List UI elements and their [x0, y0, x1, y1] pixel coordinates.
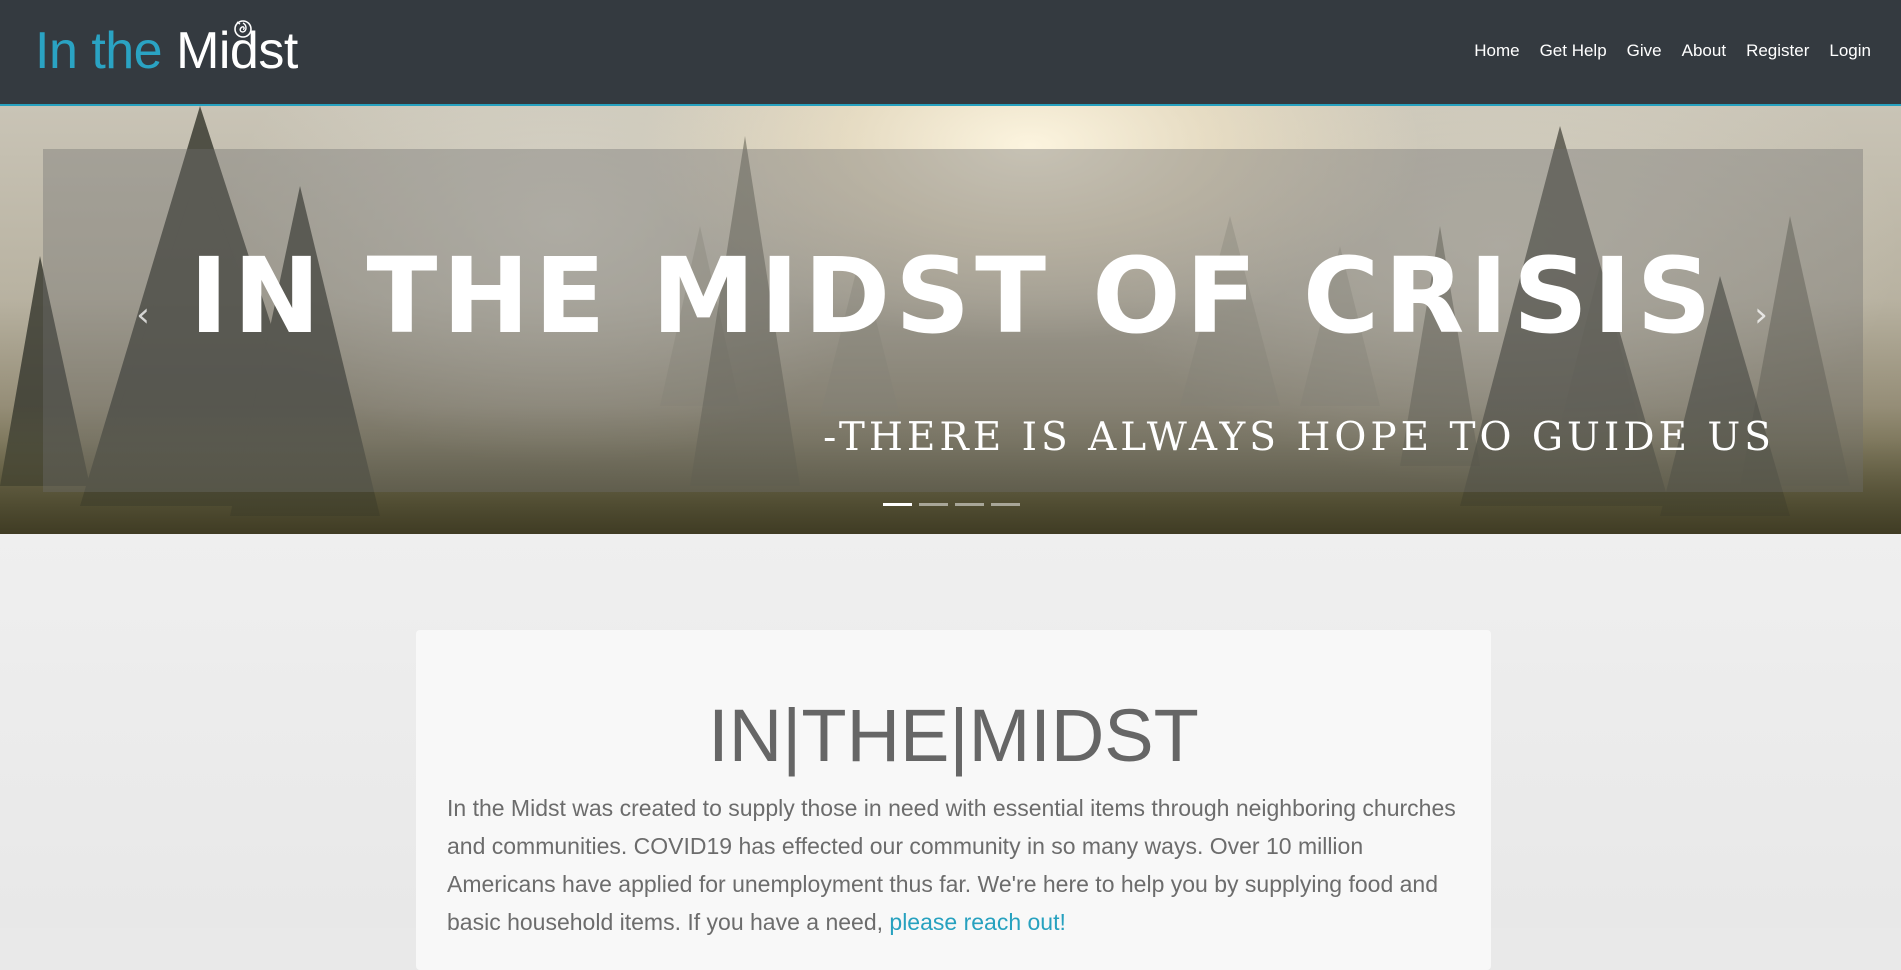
rose-logo-icon — [234, 20, 252, 38]
carousel-next-icon[interactable]: › — [1746, 298, 1776, 332]
nav-link-give[interactable]: Give — [1617, 39, 1672, 63]
nav-link-login[interactable]: Login — [1819, 39, 1881, 63]
nav-link-register[interactable]: Register — [1736, 39, 1819, 63]
nav-link-get-help[interactable]: Get Help — [1530, 39, 1617, 63]
nav-link-home[interactable]: Home — [1464, 39, 1529, 63]
carousel-indicator-3[interactable] — [955, 503, 984, 506]
carousel-indicator-1[interactable] — [883, 503, 912, 506]
nav-menu: Home Get Help Give About Register Login — [1464, 39, 1881, 63]
brand-logo[interactable]: In the Midst — [35, 18, 298, 84]
carousel-indicator-2[interactable] — [919, 503, 948, 506]
hero-subtitle: -THERE IS ALWAYS HOPE TO GUIDE US — [823, 415, 1775, 460]
carousel-prev-icon[interactable]: ‹ — [128, 298, 158, 332]
hero-title: IN THE MIDST OF CRISIS — [189, 235, 1717, 357]
hero-caption-panel: IN THE MIDST OF CRISIS -THERE IS ALWAYS … — [43, 149, 1863, 492]
carousel-indicator-4[interactable] — [991, 503, 1020, 506]
nav-link-about[interactable]: About — [1672, 39, 1736, 63]
about-title: IN|THE|MIDST — [708, 694, 1199, 777]
hero-carousel: IN THE MIDST OF CRISIS -THERE IS ALWAYS … — [0, 106, 1901, 534]
top-navbar: In the Midst Home Get Help Give About Re… — [0, 0, 1901, 106]
brand-text-accent: In the — [35, 22, 163, 80]
about-text: In the Midst was created to supply those… — [447, 789, 1467, 941]
about-card: IN|THE|MIDST In the Midst was created to… — [416, 630, 1491, 970]
reach-out-link[interactable]: please reach out! — [889, 909, 1065, 935]
carousel-indicators — [883, 503, 1020, 506]
